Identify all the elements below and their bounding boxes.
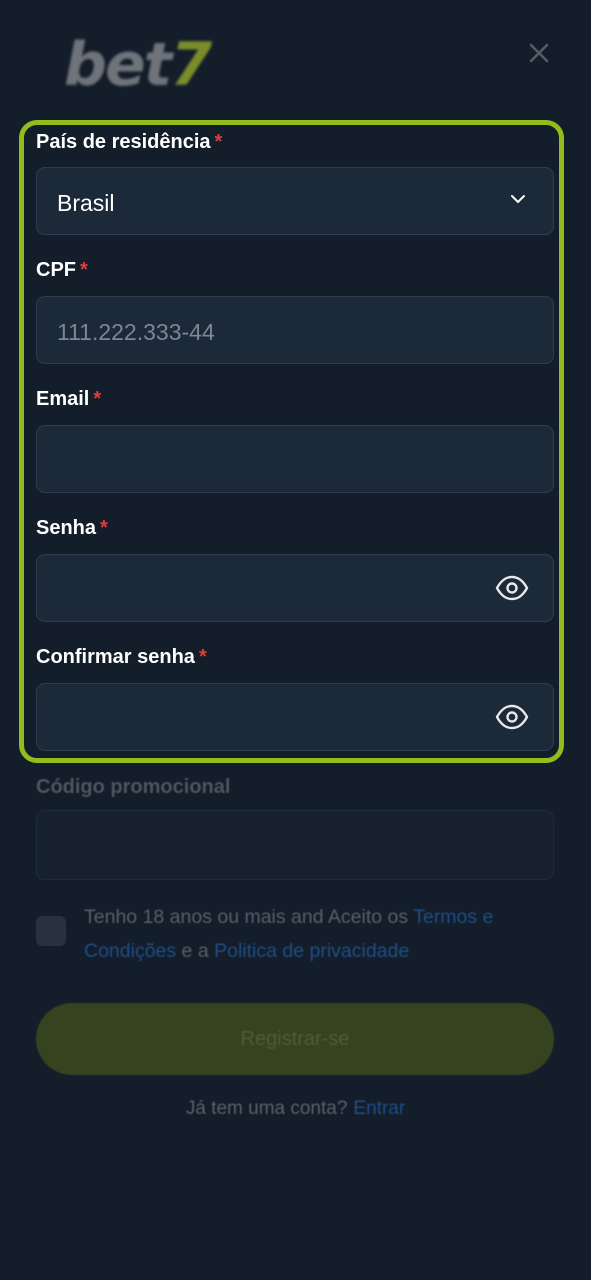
terms-text-middle: e a [176,940,215,962]
required-star: * [80,259,88,281]
eye-icon[interactable] [495,574,529,602]
login-prompt: Já tem uma conta? Entrar [0,1098,591,1120]
country-select[interactable]: Brasil [36,167,554,235]
required-star: * [214,131,223,153]
eye-icon[interactable] [495,703,529,731]
required-star: * [100,517,108,539]
promo-code-label: Código promocional [36,776,231,798]
age-terms-checkbox[interactable] [36,916,66,946]
logo-text: bet [64,30,172,100]
cpf-label: CPF * [36,259,88,282]
country-label: País de residência * [36,131,222,154]
cpf-placeholder: 111.222.333-44 [57,319,215,345]
password-label: Senha * [36,517,108,540]
cpf-input[interactable]: 111.222.333-44 [36,296,554,364]
country-value: Brasil [57,190,115,216]
email-input[interactable] [36,425,554,493]
close-icon[interactable] [524,38,554,68]
login-prompt-text: Já tem uma conta? [185,1098,348,1119]
password-input[interactable] [36,554,554,622]
confirm-password-input[interactable] [36,683,554,751]
register-button[interactable]: Registrar-se [36,1003,554,1075]
promo-code-input[interactable] [36,810,554,880]
login-link[interactable]: Entrar [353,1098,405,1119]
logo-accent: 7 [170,30,212,100]
privacy-link[interactable]: Politica de privacidade [214,940,409,962]
confirm-password-label: Confirmar senha * [36,646,207,669]
password-label-text: Senha [36,517,97,539]
cpf-label-text: CPF [36,259,76,281]
terms-text: Tenho 18 anos ou mais and Aceito os Term… [84,900,554,968]
bet7-logo: bet7 [64,30,212,100]
required-star: * [93,388,102,410]
email-label-text: Email [36,388,90,410]
email-label: Email * [36,388,101,411]
confirm-password-label-text: Confirmar senha [36,646,195,668]
terms-text-before: Tenho 18 anos ou mais and Aceito os [84,906,414,928]
country-label-text: País de residência [36,131,211,153]
chevron-down-icon [511,195,525,203]
required-star: * [198,646,207,668]
